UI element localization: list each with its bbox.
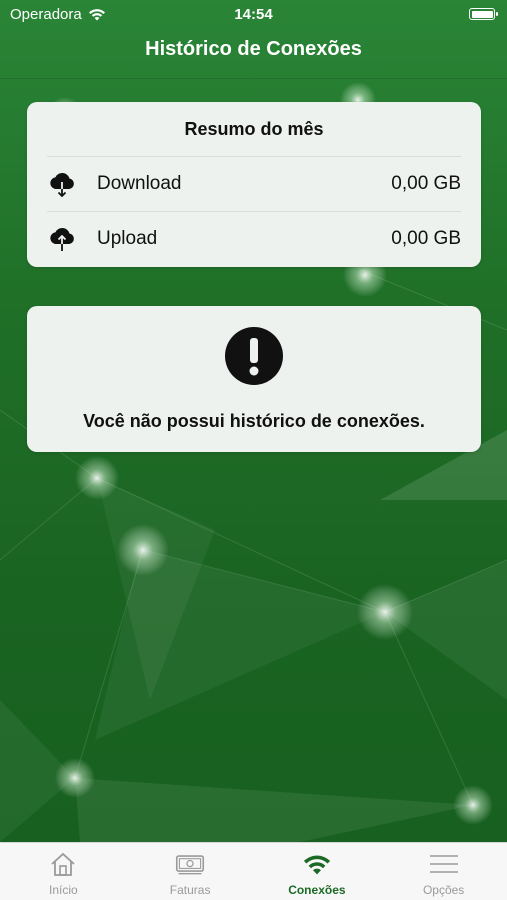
download-label: Download (97, 172, 182, 194)
tab-label-conexoes: Conexões (288, 883, 346, 897)
upload-label: Upload (97, 227, 158, 249)
download-value: 0,00 GB (391, 172, 461, 194)
tab-inicio[interactable]: Início (0, 843, 127, 900)
tab-conexoes[interactable]: Conexões (254, 843, 381, 900)
tab-opcoes[interactable]: Opções (380, 843, 507, 900)
nav-divider (0, 78, 507, 79)
menu-icon (429, 849, 459, 879)
upload-row: Upload 0,00 GB (47, 211, 461, 265)
tab-label-inicio: Início (49, 883, 78, 897)
upload-value: 0,00 GB (391, 227, 461, 249)
cloud-upload-icon (47, 224, 77, 254)
status-time: 14:54 (234, 6, 273, 23)
cloud-download-icon (47, 169, 77, 199)
exclamation-icon (225, 327, 283, 385)
page-title: Histórico de Conexões (145, 38, 362, 60)
tab-label-faturas: Faturas (169, 883, 211, 897)
tab-label-opcoes: Opções (422, 883, 465, 897)
home-icon (48, 849, 78, 879)
empty-history-message: Você não possui histórico de conexões. (83, 411, 425, 431)
bill-icon (175, 849, 205, 879)
battery-icon (469, 8, 498, 20)
download-row: Download 0,00 GB (47, 156, 461, 210)
empty-history-card: Você não possui histórico de conexões. (27, 306, 481, 452)
tab-faturas[interactable]: Faturas (127, 843, 254, 900)
status-bar: Operadora 14:54 (0, 0, 507, 30)
tab-bar: Início Faturas Conexões Opções (0, 842, 507, 900)
wifi-icon (302, 849, 332, 879)
